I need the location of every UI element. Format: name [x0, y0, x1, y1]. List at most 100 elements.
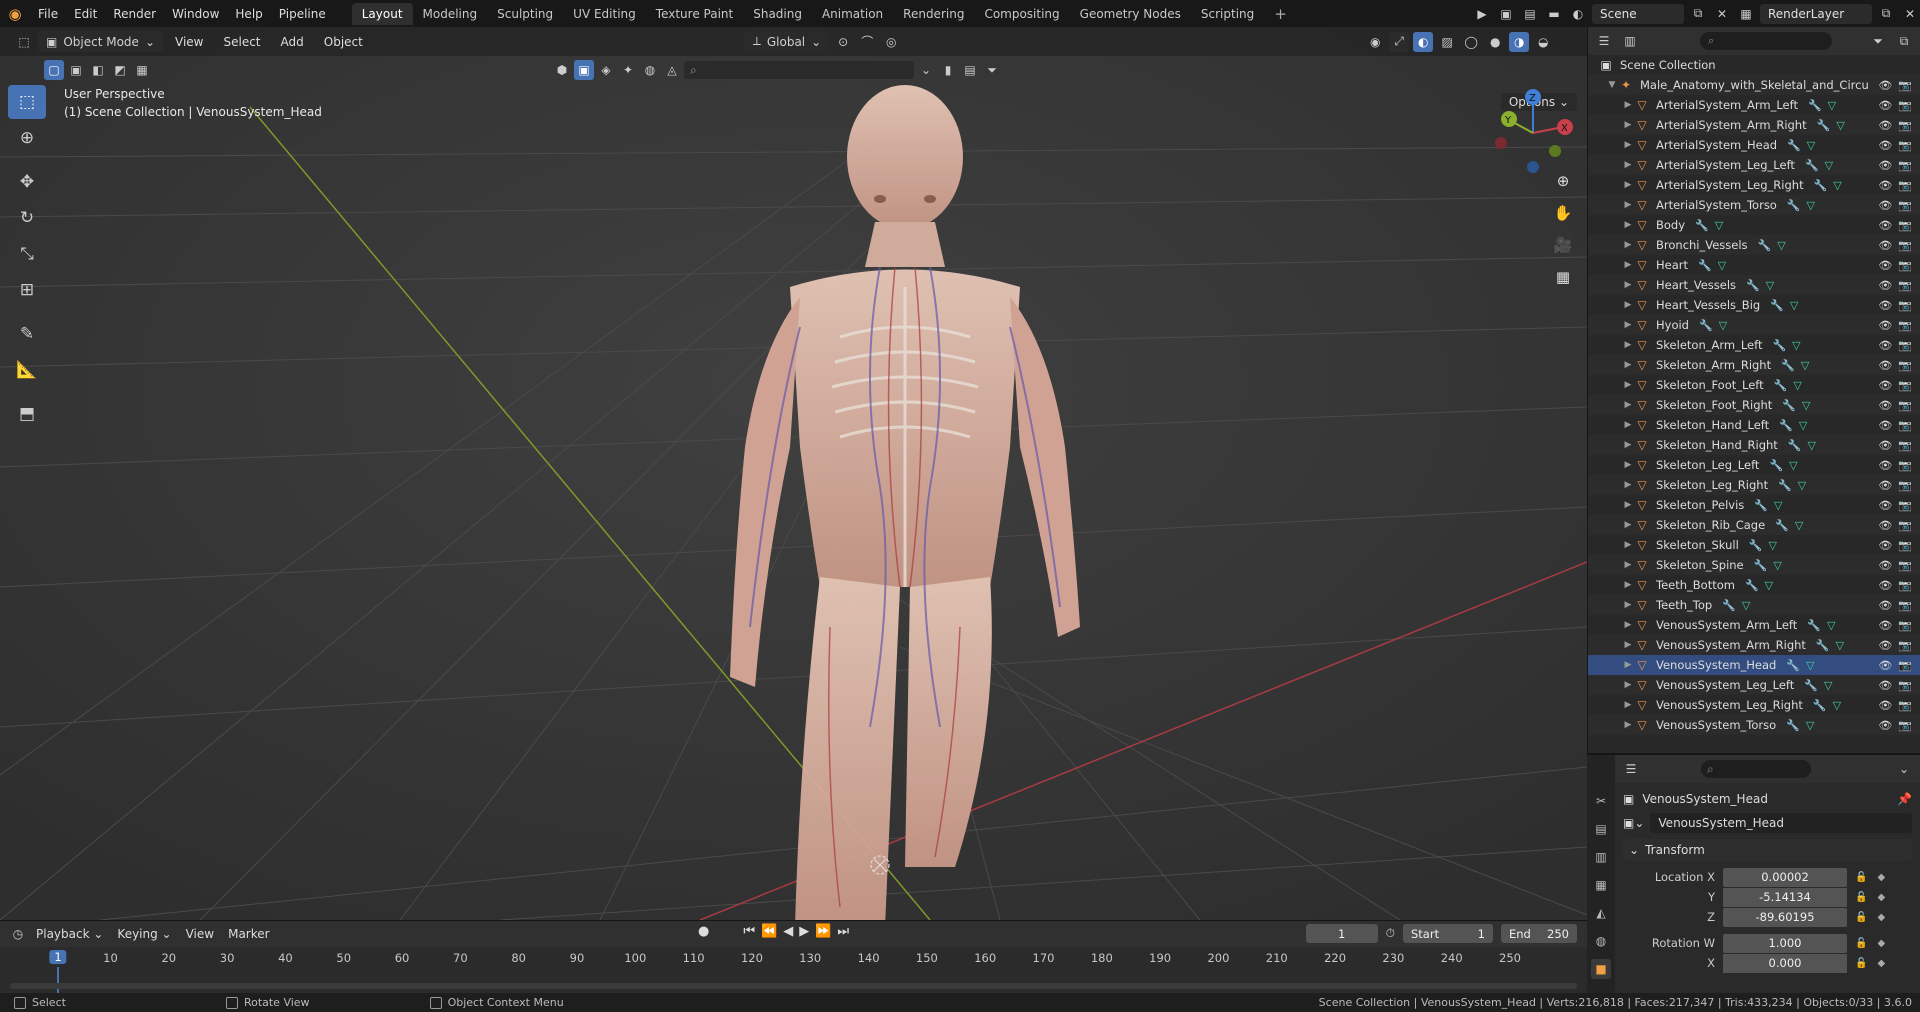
eye-icon[interactable]: 👁: [1878, 119, 1892, 132]
eye-icon[interactable]: 👁: [1878, 159, 1892, 172]
pan-hand-icon[interactable]: ✋: [1549, 199, 1577, 227]
keyframe-icon[interactable]: ◆: [1877, 872, 1885, 883]
filter-funnel-icon[interactable]: ⏷: [982, 60, 1002, 80]
modifier-wrench-icon[interactable]: 🔧: [1754, 499, 1768, 512]
mesh-data-icon[interactable]: ▽: [1807, 139, 1815, 152]
camera-icon[interactable]: 📷: [1898, 479, 1912, 492]
eye-icon[interactable]: 👁: [1878, 599, 1892, 612]
outliner-object-row[interactable]: ▶ ▽ Heart_Vessels 🔧 ▽ 👁 📷: [1588, 275, 1920, 295]
outliner-object-row[interactable]: ▶ ▽ ArterialSystem_Leg_Left 🔧 ▽ 👁 📷: [1588, 155, 1920, 175]
camera-icon[interactable]: 📷: [1898, 639, 1912, 652]
light-filter-icon[interactable]: ✦: [618, 60, 638, 80]
add-cube-tool-icon[interactable]: ⬒: [8, 397, 46, 431]
eye-icon[interactable]: 👁: [1878, 319, 1892, 332]
timeline-scrollbar[interactable]: [10, 983, 1577, 989]
camera-icon[interactable]: 📷: [1898, 219, 1912, 232]
outliner-object-row[interactable]: ▶ ▽ Skeleton_Leg_Left 🔧 ▽ 👁 📷: [1588, 455, 1920, 475]
mesh-data-icon[interactable]: ▽: [1833, 699, 1841, 712]
expand-right-icon[interactable]: ▶: [1622, 460, 1634, 470]
expand-right-icon[interactable]: ▶: [1622, 600, 1634, 610]
camera-icon[interactable]: 📷: [1898, 399, 1912, 412]
jump-end-icon[interactable]: ⏭: [837, 924, 849, 939]
location-x-field[interactable]: 0.00002: [1723, 867, 1847, 887]
outliner-object-row[interactable]: ▶ ▽ Skeleton_Foot_Right 🔧 ▽ 👁 📷: [1588, 395, 1920, 415]
measure-tool-icon[interactable]: 📐: [8, 353, 46, 387]
mesh-data-icon[interactable]: ▽: [1808, 439, 1816, 452]
expand-right-icon[interactable]: ▶: [1622, 260, 1634, 270]
expand-right-icon[interactable]: ▶: [1622, 620, 1634, 630]
solid-shading-icon[interactable]: ●: [1485, 32, 1505, 52]
delete-scene-icon[interactable]: ✕: [1712, 4, 1732, 24]
blender-logo-icon[interactable]: ◉: [0, 0, 30, 27]
expand-right-icon[interactable]: ▶: [1622, 120, 1634, 130]
eye-icon[interactable]: 👁: [1878, 659, 1892, 672]
expand-right-icon[interactable]: ▶: [1622, 140, 1634, 150]
menu-render[interactable]: Render: [105, 7, 164, 21]
lock-icon[interactable]: 🔓: [1855, 938, 1867, 949]
expand-right-icon[interactable]: ▶: [1622, 100, 1634, 110]
scene-tab-icon[interactable]: ◭: [1591, 903, 1611, 923]
expand-right-icon[interactable]: ▶: [1622, 720, 1634, 730]
outliner-object-row[interactable]: ▶ ▽ VenousSystem_Torso 🔧 ▽ 👁 📷: [1588, 715, 1920, 735]
outliner-object-row[interactable]: ▶ ▽ Hyoid 🔧 ▽ 👁 📷: [1588, 315, 1920, 335]
outliner-object-row[interactable]: ▶ ▽ VenousSystem_Arm_Left 🔧 ▽ 👁 📷: [1588, 615, 1920, 635]
mesh-data-icon[interactable]: ▽: [1802, 399, 1810, 412]
gizmo-toggle-icon[interactable]: ⤢: [1389, 31, 1410, 52]
outliner-object-row[interactable]: ▶ ▽ Skeleton_Leg_Right 🔧 ▽ 👁 📷: [1588, 475, 1920, 495]
eye-icon[interactable]: 👁: [1878, 179, 1892, 192]
camera-view-icon[interactable]: 🎥: [1549, 231, 1577, 259]
keyframe-icon[interactable]: ◆: [1877, 958, 1885, 969]
camera-icon[interactable]: 📷: [1898, 579, 1912, 592]
outliner-object-row[interactable]: ▶ ▽ ArterialSystem_Arm_Left 🔧 ▽ 👁 📷: [1588, 95, 1920, 115]
zoom-icon[interactable]: ⊕: [1549, 167, 1577, 195]
snap-icon[interactable]: ⌒: [857, 32, 877, 52]
expand-right-icon[interactable]: ▶: [1622, 320, 1634, 330]
lock-icon[interactable]: 🔓: [1855, 958, 1867, 969]
color-filter-icon[interactable]: ⬢: [552, 60, 572, 80]
outliner-object-row[interactable]: ▶ ▽ Skeleton_Arm_Left 🔧 ▽ 👁 📷: [1588, 335, 1920, 355]
new-view-layer-icon[interactable]: ⧉: [1876, 4, 1896, 24]
camera-icon[interactable]: 📷: [1898, 519, 1912, 532]
expand-right-icon[interactable]: ▶: [1622, 540, 1634, 550]
modifier-wrench-icon[interactable]: 🔧: [1772, 339, 1786, 352]
eye-icon[interactable]: 👁: [1878, 579, 1892, 592]
select-extend-icon[interactable]: ▣: [66, 60, 86, 80]
mesh-data-icon[interactable]: ▽: [1792, 339, 1800, 352]
expand-right-icon[interactable]: ▶: [1622, 680, 1634, 690]
eye-icon[interactable]: 👁: [1878, 459, 1892, 472]
tab-compositing[interactable]: Compositing: [974, 3, 1069, 25]
camera-filter-icon[interactable]: ◍: [640, 60, 660, 80]
eye-icon[interactable]: 👁: [1878, 399, 1892, 412]
camera-icon[interactable]: 📷: [1898, 99, 1912, 112]
expand-right-icon[interactable]: ▶: [1622, 480, 1634, 490]
end-frame-field[interactable]: End 250: [1501, 924, 1577, 943]
modifier-wrench-icon[interactable]: 🔧: [1788, 439, 1802, 452]
eye-icon[interactable]: 👁: [1878, 359, 1892, 372]
modifier-wrench-icon[interactable]: 🔧: [1786, 659, 1800, 672]
eye-icon[interactable]: 👁: [1878, 539, 1892, 552]
world-tab-icon[interactable]: ◍: [1591, 931, 1611, 951]
new-scene-icon[interactable]: ⧉: [1688, 4, 1708, 24]
modifier-wrench-icon[interactable]: 🔧: [1749, 539, 1763, 552]
outliner-object-row[interactable]: ▶ ▽ Skeleton_Arm_Right 🔧 ▽ 👁 📷: [1588, 355, 1920, 375]
eye-icon[interactable]: 👁: [1878, 139, 1892, 152]
new-collection-icon[interactable]: ⧉: [1894, 31, 1914, 51]
eye-icon[interactable]: 👁: [1878, 239, 1892, 252]
tab-uv-editing[interactable]: UV Editing: [563, 3, 646, 25]
expand-right-icon[interactable]: ▶: [1622, 500, 1634, 510]
navigation-gizmo[interactable]: Z X Y: [1487, 87, 1579, 179]
eye-icon[interactable]: 👁: [1878, 259, 1892, 272]
mesh-data-icon[interactable]: ▽: [1833, 179, 1841, 192]
camera-icon[interactable]: 📷: [1898, 439, 1912, 452]
modifier-wrench-icon[interactable]: 🔧: [1778, 479, 1792, 492]
mesh-data-icon[interactable]: ▽: [1777, 239, 1785, 252]
outliner-filter-icon[interactable]: ⏷: [1868, 31, 1888, 51]
eye-icon[interactable]: 👁: [1878, 699, 1892, 712]
render-animation-icon[interactable]: ▤: [1520, 4, 1540, 24]
scale-tool-icon[interactable]: ⤡: [8, 237, 46, 271]
keyframe-icon[interactable]: ◆: [1877, 938, 1885, 949]
modifier-wrench-icon[interactable]: 🔧: [1808, 99, 1822, 112]
modifier-wrench-icon[interactable]: 🔧: [1816, 639, 1830, 652]
menu-window[interactable]: Window: [164, 7, 227, 21]
outliner-object-row[interactable]: ▶ ▽ ArterialSystem_Arm_Right 🔧 ▽ 👁 📷: [1588, 115, 1920, 135]
